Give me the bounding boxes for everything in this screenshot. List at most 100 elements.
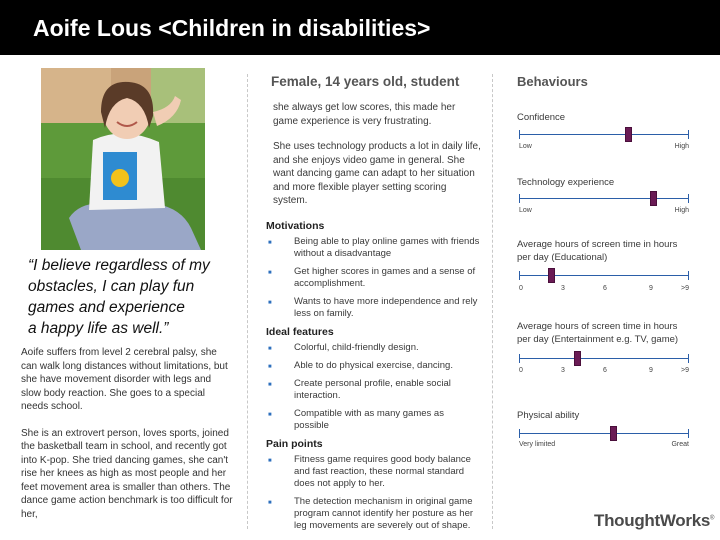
- list-item-text: Compatible with as many games as possibl…: [294, 407, 444, 431]
- slider-knob: [609, 426, 617, 441]
- pain-points-title: Pain points: [266, 437, 323, 450]
- bullet-icon: ■: [268, 363, 272, 370]
- slider-track: [519, 426, 689, 441]
- track-line: [519, 275, 689, 276]
- list-item: ■ The detection mechanism in original gam…: [266, 496, 481, 532]
- high-label: High: [674, 207, 689, 214]
- list-item-text: Able to do physical exercise, dancing.: [294, 359, 453, 371]
- profile-column: Female, 14 years old, student she always…: [266, 74, 481, 538]
- list-item: ■ Fitness game requires good body balance…: [266, 454, 481, 490]
- tick-label: 9: [649, 367, 653, 374]
- slider-track: [519, 351, 689, 366]
- track-end-tick: [688, 354, 689, 363]
- track-end-tick: [519, 271, 520, 280]
- slider-label: Average hours of screen time in hours pe…: [517, 321, 679, 345]
- bio-paragraph: She is an extrovert person, loves sports…: [21, 427, 233, 520]
- list-item: ■ Being able to play online games with fr…: [266, 236, 481, 260]
- slider-label: Technology experience: [517, 177, 615, 188]
- quote-line: games and experience: [28, 299, 185, 316]
- persona-photo: [41, 68, 205, 250]
- motivations-title: Motivations: [266, 219, 325, 232]
- list-item: ■ Colorful, child-friendly design.: [266, 342, 481, 354]
- behaviours-title: Behaviours: [517, 74, 588, 89]
- list-item: ■ Compatible with as many games as possib…: [266, 408, 481, 432]
- logo-text: ThoughtWorks: [594, 511, 711, 530]
- bullet-icon: ■: [268, 345, 272, 352]
- slider-label: Confidence: [517, 112, 566, 123]
- tick-label: 3: [561, 285, 565, 292]
- list-item-text: Wants to have more independence and rely…: [294, 295, 478, 319]
- profile-paragraph: she always get low scores, this made her…: [273, 102, 456, 127]
- high-label: Great: [671, 441, 689, 448]
- header-bar: Aoife Lous <Children in disabilities>: [0, 0, 720, 55]
- list-item-text: Create personal profile, enable social i…: [294, 377, 451, 401]
- track-end-tick: [519, 354, 520, 363]
- tick-label: 6: [603, 285, 607, 292]
- slider-label: Physical ability: [517, 410, 580, 421]
- slider-track: [519, 191, 689, 206]
- tick-label: 0: [519, 285, 523, 292]
- low-label: Very limited: [519, 441, 556, 448]
- profile-heading: Female, 14 years old, student: [271, 74, 460, 89]
- bullet-icon: ■: [268, 299, 272, 306]
- quote-line: obstacles, I can play fun: [28, 278, 195, 295]
- list-item: ■ Get higher scores in games and a sense …: [266, 266, 481, 290]
- confidence-slider: Confidence Low High: [517, 112, 692, 150]
- behaviours-column: Behaviours Confidence Low High Technolog…: [517, 74, 697, 448]
- tick-label: 3: [561, 367, 565, 374]
- track-end-tick: [519, 194, 520, 203]
- track-line: [519, 198, 689, 199]
- persona-quote: “I believe regardless of my obstacles, I…: [28, 255, 228, 339]
- ideal-features-list: ■ Colorful, child-friendly design. ■ Able …: [266, 342, 481, 432]
- persona-bio: Aoife suffers from level 2 cerebral pals…: [21, 346, 233, 534]
- track-end-tick: [688, 271, 689, 280]
- slider-label: Average hours of screen time in hours pe…: [517, 239, 678, 263]
- slider-track: [519, 268, 689, 283]
- bullet-icon: ■: [268, 411, 272, 418]
- physical-ability-slider: Physical ability Very limited Great: [517, 410, 692, 448]
- track-end-tick: [519, 130, 520, 139]
- track-end-tick: [688, 130, 689, 139]
- column-divider: [247, 74, 248, 529]
- technology-experience-slider: Technology experience Low High: [517, 177, 692, 214]
- tick-label: 6: [603, 367, 607, 374]
- bullet-icon: ■: [268, 239, 272, 246]
- educational-screen-time-slider: Average hours of screen time in hours pe…: [517, 239, 692, 292]
- page-title: Aoife Lous <Children in disabilities>: [33, 15, 431, 41]
- entertainment-screen-time-slider: Average hours of screen time in hours pe…: [517, 321, 692, 374]
- slider-knob: [548, 268, 556, 283]
- list-item-text: Being able to play online games with fri…: [294, 235, 480, 259]
- low-label: Low: [519, 207, 532, 214]
- slider-knob: [573, 351, 581, 366]
- ideal-features-title: Ideal features: [266, 325, 334, 338]
- bullet-icon: ■: [268, 499, 272, 506]
- tick-label: 9: [649, 285, 653, 292]
- list-item: ■ Wants to have more independence and rel…: [266, 296, 481, 320]
- track-end-tick: [688, 194, 689, 203]
- tick-label: >9: [681, 285, 689, 292]
- quote-line: “I believe regardless of my: [28, 257, 210, 274]
- quote-line: a happy life as well.”: [28, 320, 169, 337]
- list-item: ■ Able to do physical exercise, dancing.: [266, 360, 481, 372]
- column-divider: [492, 74, 493, 529]
- bullet-icon: ■: [268, 381, 272, 388]
- slider-knob: [650, 191, 658, 206]
- list-item-text: Fitness game requires good body balance …: [294, 453, 471, 489]
- track-end-tick: [519, 429, 520, 438]
- track-line: [519, 358, 689, 359]
- list-item-text: Colorful, child-friendly design.: [294, 341, 419, 353]
- tick-label: >9: [681, 367, 689, 374]
- bullet-icon: ■: [268, 269, 272, 276]
- bullet-icon: ■: [268, 457, 272, 464]
- low-label: Low: [519, 143, 532, 150]
- bio-paragraph: Aoife suffers from level 2 cerebral pals…: [21, 347, 228, 412]
- profile-text: she always get low scores, this made her…: [273, 101, 481, 208]
- registered-mark: ®: [710, 515, 715, 522]
- list-item-text: Get higher scores in games and a sense o…: [294, 265, 476, 289]
- high-label: High: [674, 143, 689, 150]
- thoughtworks-logo: ThoughtWorks®: [594, 511, 714, 531]
- motivations-list: ■ Being able to play online games with fr…: [266, 236, 481, 320]
- slider-track: [519, 127, 689, 142]
- track-line: [519, 433, 689, 434]
- track-end-tick: [688, 429, 689, 438]
